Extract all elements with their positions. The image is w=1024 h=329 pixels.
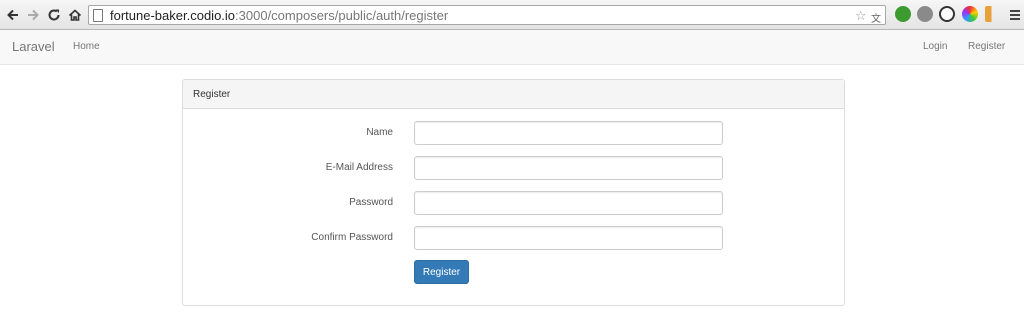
extension-gear-icon[interactable] bbox=[917, 6, 933, 22]
brand-link[interactable]: Laravel bbox=[12, 39, 55, 54]
menu-icon[interactable] bbox=[1006, 6, 1024, 24]
email-label: E-Mail Address bbox=[325, 162, 393, 173]
extension-circle-icon[interactable] bbox=[939, 6, 955, 22]
back-arrow-icon[interactable] bbox=[4, 6, 22, 24]
home-icon[interactable] bbox=[66, 6, 84, 24]
extension-green-icon[interactable] bbox=[895, 6, 911, 22]
page-icon bbox=[93, 9, 103, 22]
forward-arrow-icon[interactable] bbox=[24, 6, 42, 24]
name-label: Name bbox=[366, 127, 393, 138]
name-input[interactable] bbox=[414, 121, 723, 145]
url-text: fortune-baker.codio.io:3000/composers/pu… bbox=[110, 8, 448, 23]
nav-home-link[interactable]: Home bbox=[73, 41, 100, 52]
extension-color-wheel-icon[interactable] bbox=[962, 6, 978, 22]
address-bar[interactable]: fortune-baker.codio.io:3000/composers/pu… bbox=[88, 5, 886, 25]
translate-icon[interactable]: 文 bbox=[871, 10, 881, 25]
url-path: :3000/composers/public/auth/register bbox=[235, 8, 449, 23]
email-input[interactable] bbox=[414, 156, 723, 180]
nav-register-link[interactable]: Register bbox=[968, 41, 1005, 52]
url-host: fortune-baker.codio.io bbox=[110, 8, 236, 23]
confirm-password-label: Confirm Password bbox=[311, 232, 393, 243]
password-label: Password bbox=[349, 197, 393, 208]
register-submit-button[interactable]: Register bbox=[414, 260, 469, 284]
panel-heading: Register bbox=[183, 80, 844, 109]
top-navbar: Laravel Home Login Register bbox=[0, 30, 1024, 65]
password-input[interactable] bbox=[414, 191, 723, 215]
panel-title: Register bbox=[193, 89, 231, 100]
browser-toolbar: fortune-baker.codio.io:3000/composers/pu… bbox=[0, 0, 1024, 30]
reload-icon[interactable] bbox=[45, 6, 63, 24]
extension-pipe-icon[interactable] bbox=[985, 6, 1001, 22]
register-panel: Register Name E-Mail Address Password Co… bbox=[182, 79, 845, 306]
bookmark-star-icon[interactable]: ☆ bbox=[855, 8, 867, 24]
confirm-password-input[interactable] bbox=[414, 226, 723, 250]
nav-login-link[interactable]: Login bbox=[923, 41, 947, 52]
